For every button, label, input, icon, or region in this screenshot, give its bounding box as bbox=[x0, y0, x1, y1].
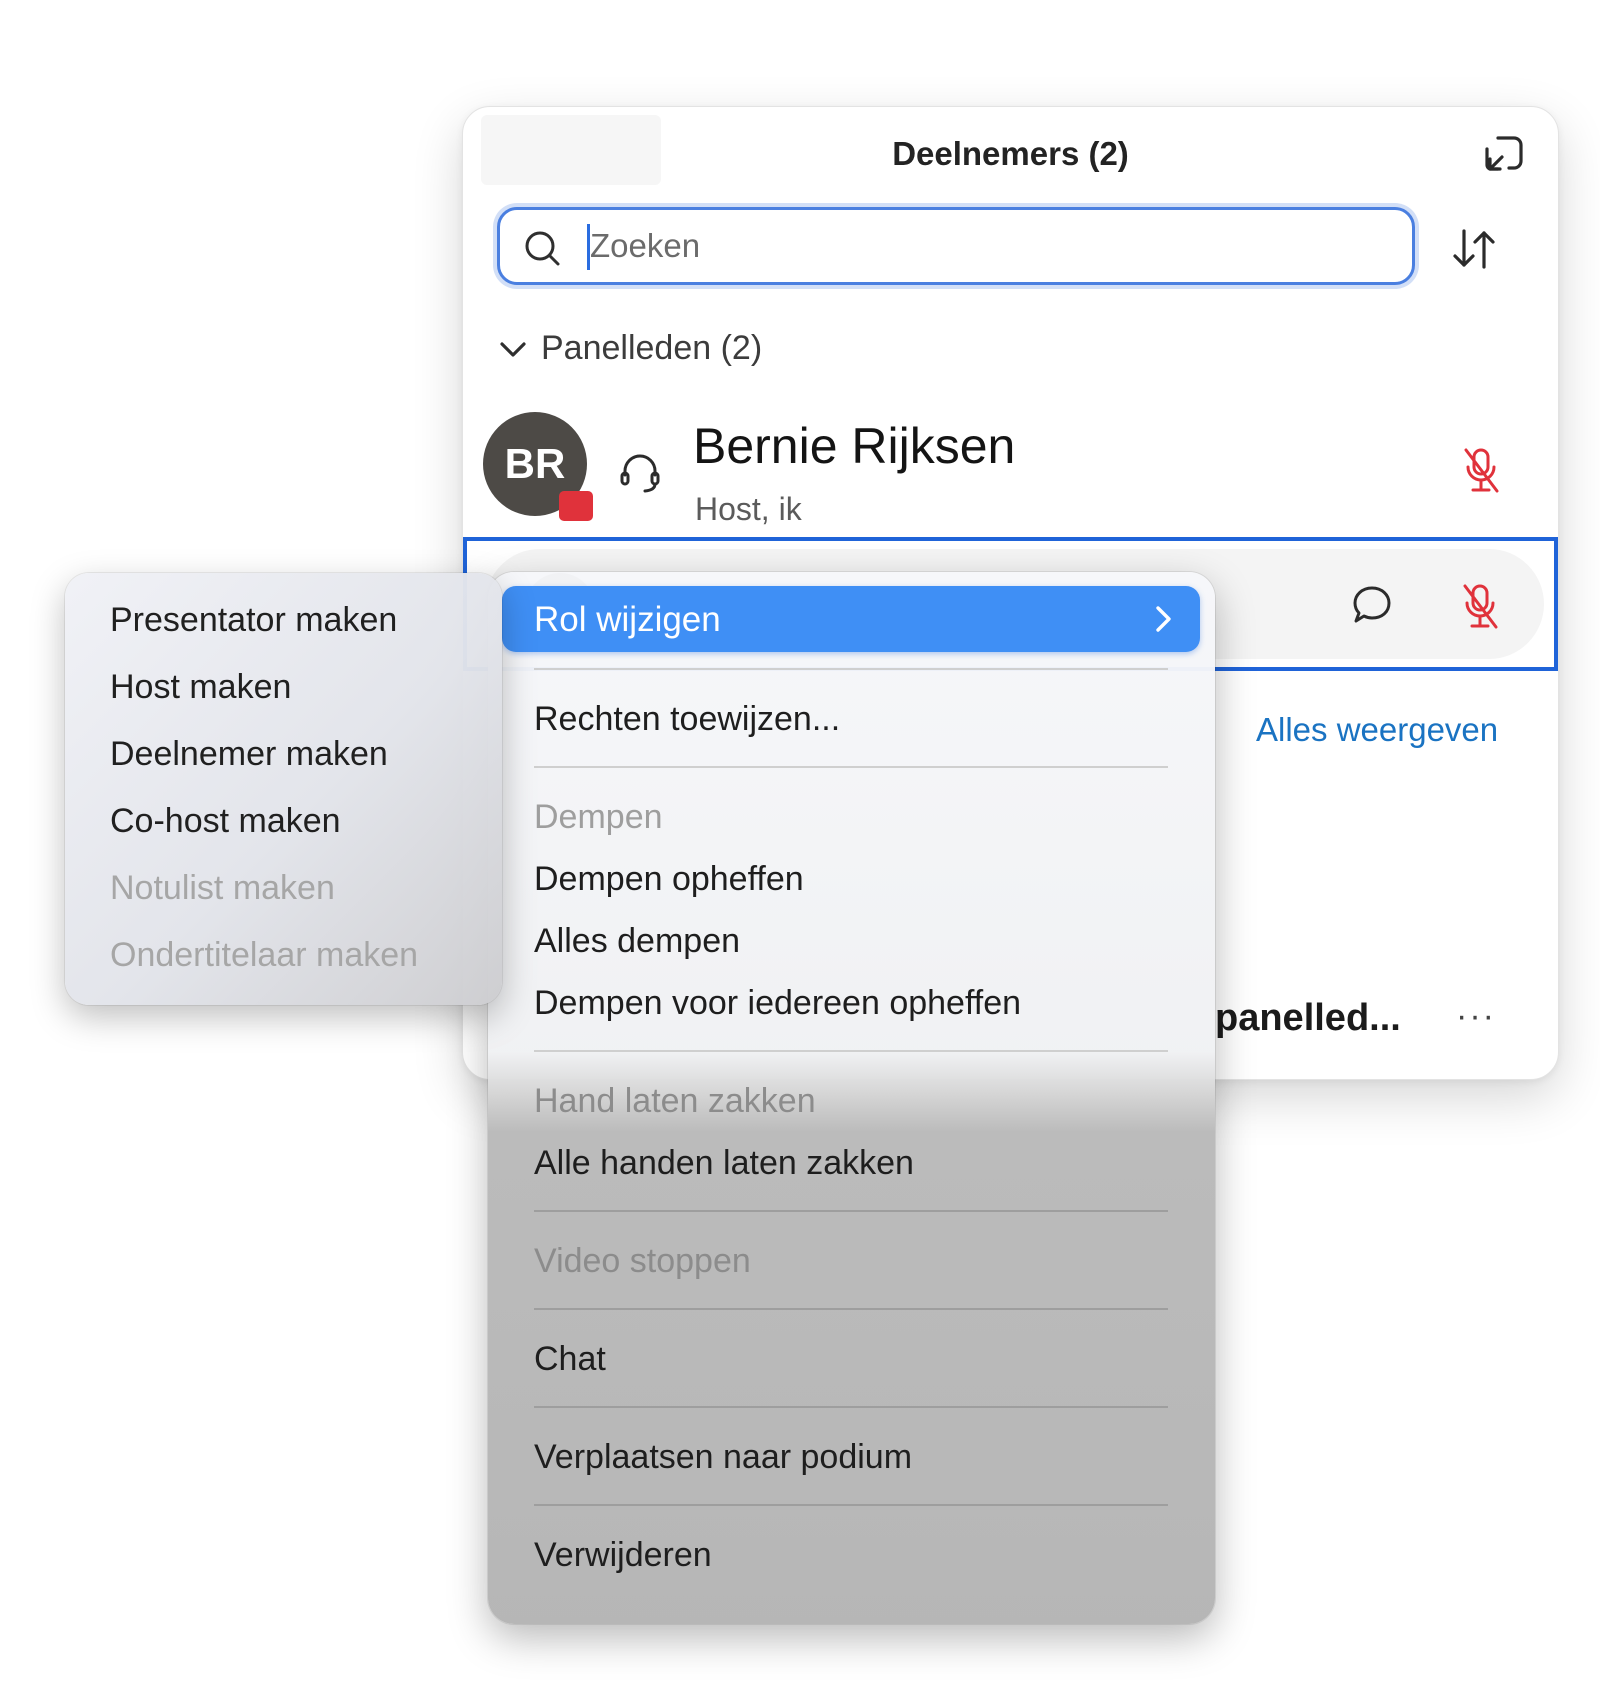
role-submenu: Presentator maken Host maken Deelnemer m… bbox=[65, 573, 502, 1005]
menu-item-label: Rol wijzigen bbox=[534, 600, 721, 639]
mic-muted-icon[interactable] bbox=[1459, 445, 1503, 495]
attendee-group-label: panelled... bbox=[1215, 997, 1401, 1039]
menu-item-mute: Dempen bbox=[534, 798, 663, 836]
mic-muted-icon[interactable] bbox=[1458, 581, 1502, 631]
submenu-item-make-cohost[interactable]: Co-host maken bbox=[110, 802, 341, 841]
share-badge-icon bbox=[559, 491, 593, 521]
show-all-link[interactable]: Alles weergeven bbox=[1256, 711, 1498, 749]
menu-separator bbox=[534, 668, 1168, 670]
menu-item-chat[interactable]: Chat bbox=[534, 1340, 606, 1379]
participant-context-menu: Rol wijzigen Rechten toewijzen... Dempen… bbox=[488, 572, 1215, 1624]
more-options-icon[interactable]: ··· bbox=[1456, 997, 1496, 1036]
chat-icon[interactable] bbox=[1350, 583, 1394, 627]
menu-item-change-role[interactable]: Rol wijzigen bbox=[502, 586, 1200, 652]
sort-icon[interactable] bbox=[1448, 225, 1500, 273]
menu-item-stop-video: Video stoppen bbox=[534, 1242, 751, 1280]
menu-item-mute-all[interactable]: Alles dempen bbox=[534, 922, 740, 961]
menu-separator bbox=[534, 766, 1168, 768]
chevron-right-icon bbox=[1156, 606, 1171, 632]
menu-separator bbox=[534, 1050, 1168, 1052]
chevron-down-icon bbox=[500, 341, 526, 357]
menu-separator bbox=[534, 1406, 1168, 1408]
submenu-item-make-host[interactable]: Host maken bbox=[110, 668, 291, 707]
menu-item-unmute[interactable]: Dempen opheffen bbox=[534, 860, 804, 899]
menu-item-unmute-all[interactable]: Dempen voor iedereen opheffen bbox=[534, 984, 1021, 1023]
panel-title: Deelnemers (2) bbox=[892, 135, 1129, 172]
menu-item-lower-all-hands[interactable]: Alle handen laten zakken bbox=[534, 1144, 914, 1183]
participant-name: Bernie Rijksen bbox=[693, 418, 1016, 474]
menu-item-move-to-stage[interactable]: Verplaatsen naar podium bbox=[534, 1438, 912, 1477]
group-label: Panelleden (2) bbox=[541, 329, 763, 367]
menu-item-lower-hand: Hand laten zakken bbox=[534, 1082, 816, 1120]
submenu-item-make-captioner: Ondertitelaar maken bbox=[110, 936, 419, 974]
menu-separator bbox=[534, 1308, 1168, 1310]
submenu-item-make-notetaker: Notulist maken bbox=[110, 869, 335, 907]
submenu-item-make-attendee[interactable]: Deelnemer maken bbox=[110, 735, 388, 774]
headset-icon bbox=[617, 449, 663, 495]
collapse-icon[interactable] bbox=[1480, 131, 1528, 179]
participant-role: Host, ik bbox=[695, 491, 802, 527]
menu-separator bbox=[534, 1504, 1168, 1506]
search-placeholder: Zoeken bbox=[590, 227, 701, 264]
menu-item-remove[interactable]: Verwijderen bbox=[534, 1536, 712, 1575]
group-header-panelists[interactable]: Panelleden (2) bbox=[497, 329, 762, 368]
menu-separator bbox=[534, 1210, 1168, 1212]
submenu-item-make-presenter[interactable]: Presentator maken bbox=[110, 601, 397, 640]
menu-item-assign-rights[interactable]: Rechten toewijzen... bbox=[534, 700, 840, 739]
search-input[interactable]: Zoeken bbox=[497, 207, 1415, 285]
search-icon bbox=[522, 228, 562, 268]
